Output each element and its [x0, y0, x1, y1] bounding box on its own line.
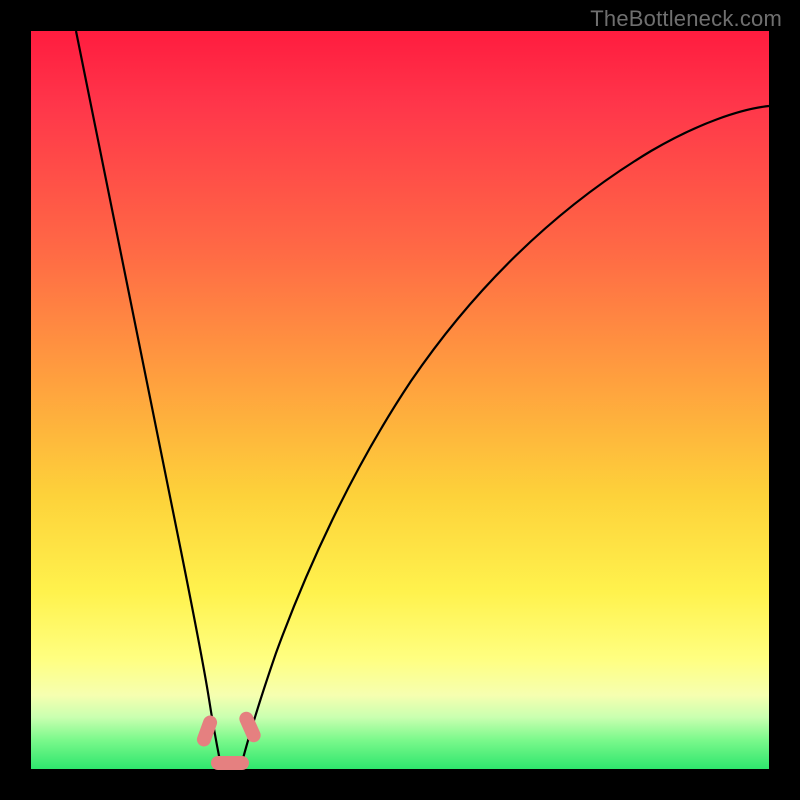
- chart-frame: TheBottleneck.com: [0, 0, 800, 800]
- plot-area: [31, 31, 769, 769]
- curve-right-branch: [241, 106, 769, 766]
- curve-left-branch: [76, 31, 221, 766]
- watermark-text: TheBottleneck.com: [590, 6, 782, 32]
- marker-group: [195, 710, 263, 770]
- marker-bottom-blob: [211, 756, 249, 770]
- marker-right-blob: [237, 710, 263, 745]
- curve-layer: [31, 31, 769, 769]
